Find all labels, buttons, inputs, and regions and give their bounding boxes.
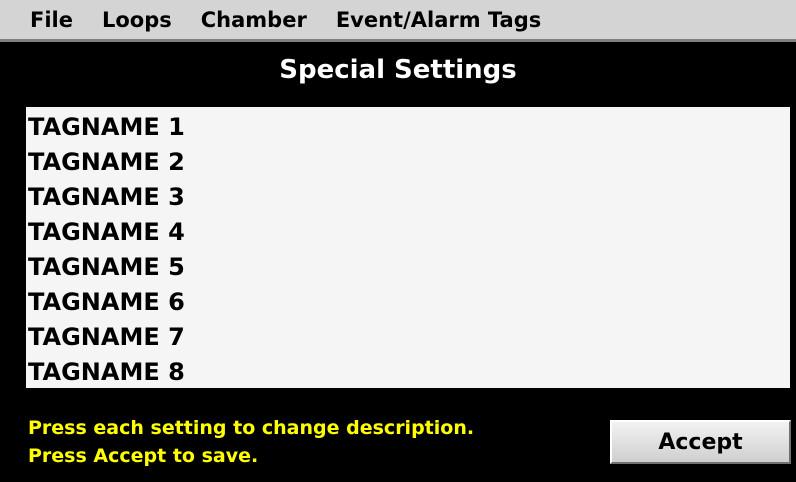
instructions: Press each setting to change description… — [28, 414, 474, 470]
tag-item-6[interactable]: TAGNAME 6 — [26, 285, 790, 320]
menu-event-alarm-tags[interactable]: Event/Alarm Tags — [336, 8, 541, 32]
menu-file[interactable]: File — [30, 8, 73, 32]
tag-item-5[interactable]: TAGNAME 5 — [26, 250, 790, 285]
tag-item-1[interactable]: TAGNAME 1 — [26, 110, 790, 145]
menu-bar: File Loops Chamber Event/Alarm Tags — [0, 0, 796, 42]
tag-item-3[interactable]: TAGNAME 3 — [26, 180, 790, 215]
instruction-line-1: Press each setting to change description… — [28, 417, 475, 439]
page-title: Special Settings — [279, 55, 517, 85]
accept-button-label: Accept — [658, 429, 743, 455]
tag-list: TAGNAME 1 TAGNAME 2 TAGNAME 3 TAGNAME 4 … — [26, 107, 790, 388]
menu-chamber[interactable]: Chamber — [201, 8, 307, 32]
tag-item-2[interactable]: TAGNAME 2 — [26, 145, 790, 180]
tag-item-4[interactable]: TAGNAME 4 — [26, 215, 790, 250]
instruction-line-2: Press Accept to save. — [28, 445, 259, 467]
tag-item-7[interactable]: TAGNAME 7 — [26, 320, 790, 355]
tag-item-8[interactable]: TAGNAME 8 — [26, 355, 790, 390]
menu-loops[interactable]: Loops — [102, 8, 172, 32]
accept-button[interactable]: Accept — [610, 420, 791, 464]
